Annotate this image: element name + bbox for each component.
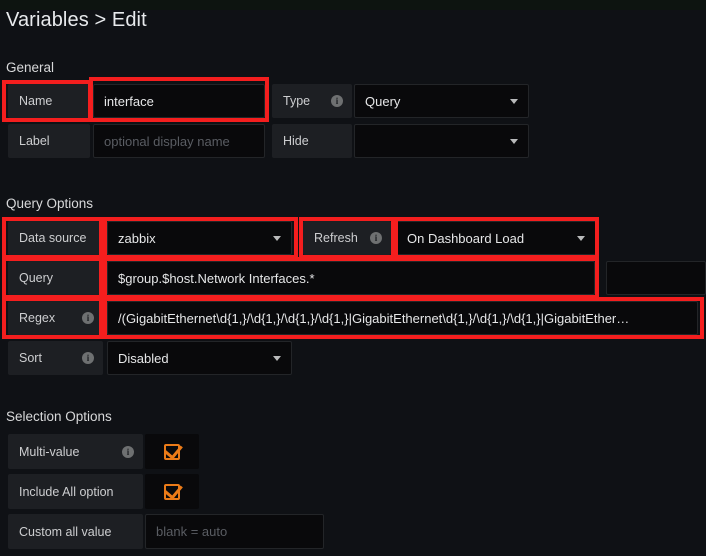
refresh-label: Refresh	[314, 231, 358, 245]
chevron-down-icon	[273, 356, 281, 361]
multi-value-label-cell: Multi-value i	[8, 434, 143, 469]
hide-label: Hide	[283, 134, 309, 148]
include-all-label: Include All option	[19, 484, 114, 499]
query-label-cell: Query	[8, 261, 103, 295]
type-label: Type	[283, 94, 311, 108]
multi-value-checkbox[interactable]	[145, 434, 199, 469]
hide-label-cell: Hide	[272, 124, 352, 158]
custom-all-value-label: Custom all value	[19, 524, 112, 539]
query-input-value: $group.$host.Network Interfaces.*	[118, 270, 315, 286]
checkbox-checked-icon	[164, 483, 180, 500]
label-label-cell: Label	[8, 124, 90, 158]
chevron-down-icon	[510, 99, 518, 104]
name-label-cell: Name	[8, 84, 90, 118]
chevron-down-icon	[510, 139, 518, 144]
regex-label: Regex	[19, 311, 56, 325]
datasource-label-cell: Data source	[8, 221, 103, 255]
label-input-placeholder: optional display name	[104, 133, 230, 149]
custom-all-value-input[interactable]: blank = auto	[145, 514, 324, 549]
query-extra-field[interactable]	[606, 261, 706, 295]
info-icon[interactable]: i	[82, 312, 94, 324]
page-title: Variables > Edit	[6, 9, 147, 31]
checkbox-checked-icon	[164, 443, 180, 460]
hide-select[interactable]	[354, 124, 529, 158]
info-icon[interactable]: i	[82, 352, 94, 364]
type-select[interactable]: Query	[354, 84, 529, 118]
refresh-label-cell: Refresh i	[303, 221, 391, 255]
name-input[interactable]: interface	[93, 84, 265, 118]
type-select-value: Query	[365, 93, 401, 109]
chevron-down-icon	[577, 236, 585, 241]
include-all-checkbox[interactable]	[145, 474, 199, 509]
datasource-label: Data source	[19, 231, 87, 245]
sort-label-cell: Sort i	[8, 341, 103, 375]
query-label: Query	[19, 271, 54, 285]
regex-input[interactable]: /(GigabitEthernet\d{1,}/\d{1,}/\d{1,}/\d…	[107, 301, 698, 335]
refresh-select[interactable]: On Dashboard Load	[396, 221, 596, 255]
chevron-down-icon	[273, 236, 281, 241]
label-input[interactable]: optional display name	[93, 124, 265, 158]
name-label: Name	[19, 94, 53, 108]
section-heading-query-options: Query Options	[6, 196, 94, 211]
section-heading-general: General	[6, 60, 55, 75]
type-label-cell: Type i	[272, 84, 352, 118]
name-input-value: interface	[104, 93, 154, 109]
section-heading-selection-options: Selection Options	[6, 409, 112, 424]
sort-select[interactable]: Disabled	[107, 341, 292, 375]
query-input[interactable]: $group.$host.Network Interfaces.*	[107, 261, 595, 295]
info-icon[interactable]: i	[370, 232, 382, 244]
datasource-select-value: zabbix	[118, 230, 156, 246]
custom-all-value-label-cell: Custom all value	[8, 514, 143, 549]
custom-all-value-placeholder: blank = auto	[156, 524, 228, 539]
sort-select-value: Disabled	[118, 350, 169, 366]
datasource-select[interactable]: zabbix	[107, 221, 292, 255]
sort-label: Sort	[19, 351, 42, 365]
info-icon[interactable]: i	[122, 445, 134, 458]
info-icon[interactable]: i	[331, 95, 343, 107]
refresh-select-value: On Dashboard Load	[407, 230, 525, 246]
regex-label-cell: Regex i	[8, 301, 103, 335]
regex-input-value: /(GigabitEthernet\d{1,}/\d{1,}/\d{1,}/\d…	[118, 310, 630, 326]
label-label: Label	[19, 134, 50, 148]
include-all-label-cell: Include All option	[8, 474, 143, 509]
multi-value-label: Multi-value	[19, 444, 80, 459]
